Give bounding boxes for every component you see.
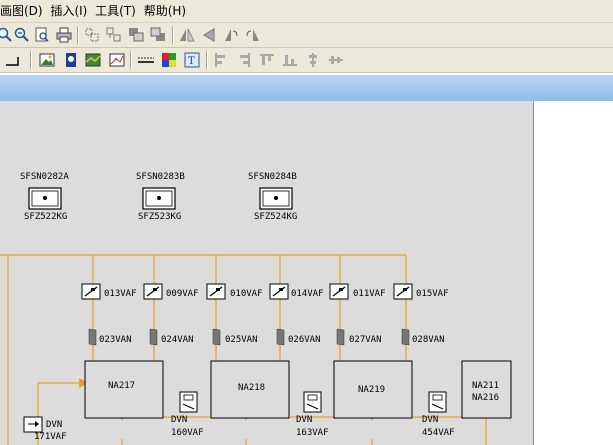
unit-label: NA219 [358,385,385,395]
valve-label: DVN [296,415,312,425]
source-bottom-label: SFZ522KG [24,212,67,222]
valve-label: 011VAF [353,289,386,299]
valve-010vaf[interactable]: 010VAF [206,283,263,300]
valve-label: 014VAF [291,289,324,299]
svg-text:T: T [188,56,195,67]
picture-icon[interactable] [62,51,80,69]
group-icon[interactable] [83,26,101,44]
align-bottom-icon[interactable] [281,51,299,69]
valve-dvn-171vaf[interactable]: DVN 171VAF [23,416,67,442]
toolbar-drawing: T [0,48,613,73]
unit-na217[interactable]: NA217 [84,360,164,419]
valve-label: 028VAN [412,335,445,345]
rotate-left-icon[interactable] [222,26,240,44]
valve-label: 013VAF [104,289,137,299]
unit-na219[interactable]: NA219 [333,360,413,419]
valve-028van[interactable]: 028VAN [401,328,445,346]
toolbar-separator [130,51,132,69]
align-top-icon[interactable] [258,51,276,69]
valve-label: 163VAF [296,428,329,438]
color-palette-icon[interactable] [160,51,178,69]
source-sfsn0283b[interactable]: SFSN0283B SFZ523KG [136,172,185,222]
valve-025van[interactable]: 025VAN [212,328,258,346]
dashed-line-icon[interactable] [137,51,155,69]
valve-009vaf[interactable]: 009VAF [143,283,199,300]
unit-na211-na216[interactable]: NA211 NA216 [461,360,512,419]
menu-bar: 画图(D) 插入(I) 工具(T) 帮助(H) [0,0,613,23]
resize-icon[interactable] [327,51,345,69]
source-sfsn0284b[interactable]: SFSN0284B SFZ524KG [248,172,297,222]
source-bottom-label: SFZ524KG [254,212,297,222]
valve-013vaf[interactable]: 013VAF [81,283,137,300]
valve-dvn-163vaf[interactable]: DVN 163VAF [296,391,329,438]
source-top-label: SFSN0284B [248,172,297,182]
flip-horizontal-icon[interactable] [178,26,196,44]
valve-024van[interactable]: 024VAN [149,328,194,346]
distribute-icon[interactable] [304,51,322,69]
valve-label: 026VAN [288,335,321,345]
valve-label: 023VAN [99,335,132,345]
align-left-icon[interactable] [212,51,230,69]
valve-014vaf[interactable]: 014VAF [269,283,324,300]
source-sfsn0282a[interactable]: SFSN0282A SFZ522KG [20,172,69,222]
unit-na218[interactable]: NA218 [210,360,290,419]
flow-diagram: SFSN0282A SFZ522KG SFSN0283B SFZ523KG SF… [0,172,512,445]
source-top-label: SFSN0282A [20,172,69,182]
send-back-icon[interactable] [149,26,167,44]
valve-027van[interactable]: 027VAN [336,328,382,346]
image-icon[interactable] [38,51,56,69]
ungroup-icon[interactable] [105,26,123,44]
menu-help[interactable]: 帮助(H) [144,0,190,22]
unit-label: NA211 [472,381,499,391]
toolbar-separator [206,51,208,69]
flip-vertical-icon[interactable] [200,26,218,44]
menu-tools[interactable]: 工具(T) [95,0,140,22]
menu-insert[interactable]: 插入(I) [50,0,91,22]
drawing-canvas[interactable]: SFSN0282A SFZ522KG SFSN0283B SFZ523KG SF… [0,101,534,445]
valve-label: 010VAF [230,289,263,299]
print-icon[interactable] [55,26,73,44]
toolbar-separator [172,26,174,44]
unit-label: NA216 [472,393,499,403]
print-preview-icon[interactable] [33,26,51,44]
text-box-icon[interactable]: T [183,51,201,69]
valve-label: 454VAF [422,428,455,438]
toolbar-separator [30,51,32,69]
side-panel [534,101,613,445]
toolbar-standard [0,23,613,48]
unit-label: NA217 [108,381,135,391]
valve-label: 027VAN [349,335,382,345]
valve-label: DVN [46,420,62,430]
valve-026van[interactable]: 026VAN [276,328,321,346]
rotate-right-icon[interactable] [244,26,262,44]
align-center-icon[interactable] [235,51,253,69]
source-top-label: SFSN0283B [136,172,185,182]
valve-023van[interactable]: 023VAN [88,328,132,346]
unit-label: NA218 [238,383,265,393]
chart-icon[interactable] [84,51,102,69]
valve-label: 025VAN [225,335,258,345]
zoom-out-icon[interactable] [13,26,31,44]
valve-label: 024VAN [161,335,194,345]
toolbar-separator [77,26,79,44]
menu-draw[interactable]: 画图(D) [0,0,47,22]
line-icon[interactable] [4,51,22,69]
bring-front-icon[interactable] [127,26,145,44]
valve-label: DVN [422,415,438,425]
source-bottom-label: SFZ523KG [138,212,181,222]
scatter-icon[interactable] [108,51,126,69]
valve-011vaf[interactable]: 011VAF [329,283,386,300]
valve-label: 015VAF [416,289,449,299]
document-title-bar [0,75,613,102]
zoom-in-icon[interactable] [0,26,14,44]
valve-dvn-454vaf[interactable]: DVN 454VAF [422,391,455,438]
valve-label: 009VAF [166,289,199,299]
valve-label: DVN [171,415,187,425]
valve-dvn-160vaf[interactable]: DVN 160VAF [171,391,204,438]
valve-label: 171VAF [34,432,67,442]
valve-label: 160VAF [171,428,204,438]
valve-015vaf[interactable]: 015VAF [393,283,449,300]
